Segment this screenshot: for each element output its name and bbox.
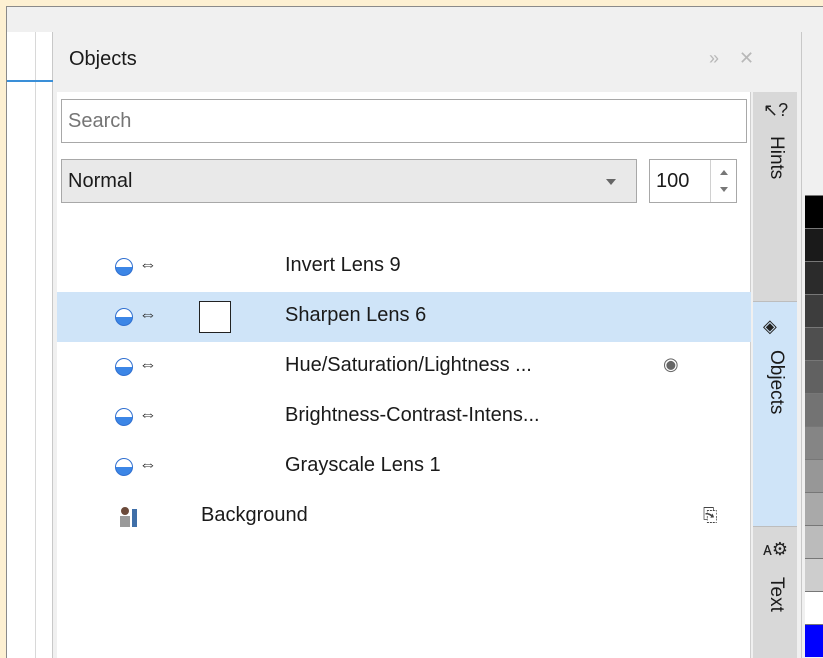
tab-text[interactable]: ᴀ⚙ Text — [753, 527, 797, 658]
visibility-icon[interactable] — [115, 258, 133, 276]
blend-mode-dropdown[interactable]: Normal — [61, 159, 637, 203]
tab-hints-label: Hints — [766, 136, 787, 180]
tab-hints[interactable]: ↖? Hints — [753, 92, 797, 302]
layer-row[interactable]: ⇔ Invert Lens 9 — [57, 242, 751, 292]
docker-title: Objects — [69, 48, 137, 70]
palette-swatch[interactable] — [805, 459, 823, 492]
layer-name: Hue/Saturation/Lightness ... — [285, 354, 532, 376]
layers-icon: ◈ — [763, 316, 777, 336]
opacity-stepper[interactable]: 100 — [649, 159, 737, 203]
pointer-question-icon: ↖? — [763, 100, 789, 120]
hidden-eye-icon[interactable]: ◉ — [663, 354, 679, 375]
layer-row-selected[interactable]: ⇔ Sharpen Lens 6 — [57, 292, 751, 342]
app-frame: Objects » ✕ Normal 100 ⇔ Invert Lens 9 — [6, 6, 823, 658]
palette-swatch[interactable] — [805, 525, 823, 558]
visibility-icon[interactable] — [115, 358, 133, 376]
spin-down-icon[interactable] — [720, 187, 728, 192]
layer-row[interactable]: ⇔ Brightness-Contrast-Intens... — [57, 392, 751, 442]
search-input[interactable] — [61, 99, 747, 143]
layer-row[interactable]: ⇔ Hue/Saturation/Lightness ... ◉ — [57, 342, 751, 392]
layer-list: ⇔ Invert Lens 9 ⇔ Sharpen Lens 6 ⇔ Hue/S… — [57, 242, 751, 542]
active-indicator — [7, 80, 53, 82]
palette-swatch[interactable] — [805, 294, 823, 327]
palette-swatch[interactable] — [805, 426, 823, 459]
left-panel-strip — [7, 32, 53, 658]
opacity-value: 100 — [656, 170, 690, 192]
layer-name: Grayscale Lens 1 — [285, 454, 441, 476]
spin-up-icon[interactable] — [720, 170, 728, 175]
blend-mode-value: Normal — [68, 170, 133, 192]
layer-name: Invert Lens 9 — [285, 254, 401, 276]
layer-name: Brightness-Contrast-Intens... — [285, 404, 540, 426]
chevron-down-icon — [606, 179, 616, 185]
panel-divider — [35, 32, 36, 658]
layer-name: Sharpen Lens 6 — [285, 304, 427, 326]
palette-swatch[interactable] — [805, 492, 823, 525]
tab-objects-label: Objects — [766, 350, 787, 415]
background-row[interactable]: Background ⎘ — [57, 492, 751, 542]
palette-swatch[interactable] — [805, 393, 823, 426]
palette-swatch[interactable] — [805, 195, 823, 228]
visibility-icon[interactable] — [115, 458, 133, 476]
background-thumbnail-icon — [120, 507, 137, 527]
link-icon[interactable]: ⇔ — [139, 254, 157, 275]
link-icon[interactable]: ⇔ — [139, 354, 157, 375]
palette-swatch[interactable] — [805, 228, 823, 261]
visibility-icon[interactable] — [115, 308, 133, 326]
visibility-icon[interactable] — [115, 408, 133, 426]
palette-swatch[interactable] — [805, 261, 823, 294]
close-icon[interactable]: ✕ — [739, 48, 754, 69]
link-icon[interactable]: ⇔ — [139, 404, 157, 425]
palette-swatch[interactable] — [805, 360, 823, 393]
link-icon[interactable]: ⇔ — [139, 454, 157, 475]
opacity-spinner[interactable] — [710, 160, 736, 202]
tab-objects[interactable]: ◈ Objects — [753, 302, 797, 527]
link-icon[interactable]: ⇔ — [139, 304, 157, 325]
docker-tabs: ↖? Hints ◈ Objects ᴀ⚙ Text — [753, 92, 797, 658]
palette-swatch[interactable] — [805, 558, 823, 591]
layer-thumbnail — [199, 301, 231, 333]
palette-swatch[interactable] — [805, 624, 823, 657]
double-chevron-right-icon[interactable]: » — [709, 48, 719, 69]
palette-swatch[interactable] — [805, 327, 823, 360]
objects-docker: Objects » ✕ Normal 100 ⇔ Invert Lens 9 — [57, 42, 797, 658]
layer-row[interactable]: ⇔ Grayscale Lens 1 — [57, 442, 751, 492]
text-settings-icon: ᴀ⚙ — [763, 539, 789, 559]
background-name: Background — [201, 504, 308, 526]
layer-lock-icon[interactable]: ⎘ — [703, 505, 717, 526]
color-palette — [801, 32, 823, 658]
palette-swatch[interactable] — [805, 591, 823, 624]
tab-text-label: Text — [766, 577, 787, 612]
